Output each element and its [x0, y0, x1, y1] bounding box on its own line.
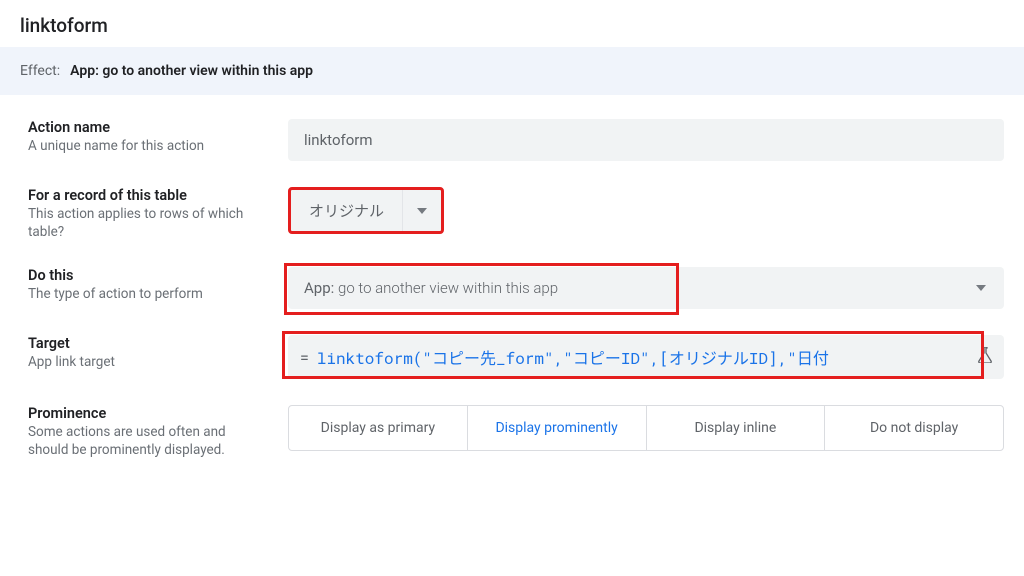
target-desc: App link target	[28, 354, 268, 372]
flask-icon[interactable]	[978, 347, 992, 367]
prominence-desc: Some actions are used often and should b…	[28, 424, 268, 459]
row-do-this: Do this The type of action to perform Ap…	[28, 267, 1004, 309]
record-table-value: オリジナル	[291, 190, 402, 231]
page-title: linktoform	[0, 0, 1024, 47]
effect-bar: Effect: App: go to another view within t…	[0, 47, 1024, 95]
effect-value: App: go to another view within this app	[70, 63, 313, 79]
equals-sign: =	[300, 348, 309, 367]
action-name-input[interactable]: linktoform	[288, 119, 1004, 161]
chevron-down-icon	[976, 285, 986, 291]
action-name-desc: A unique name for this action	[28, 138, 268, 156]
prominence-opt-primary[interactable]: Display as primary	[289, 406, 468, 450]
target-expression-input[interactable]: = linktoform("コピー先_form","コピーID",[オリジナルI…	[288, 335, 1004, 379]
do-this-value: go to another view within this app	[338, 279, 558, 297]
do-this-desc: The type of action to perform	[28, 286, 268, 304]
effect-label: Effect:	[20, 63, 60, 79]
prominence-label: Prominence	[28, 405, 268, 422]
target-label: Target	[28, 335, 268, 352]
do-this-prefix: App:	[304, 279, 334, 297]
row-action-name: Action name A unique name for this actio…	[28, 119, 1004, 161]
row-prominence: Prominence Some actions are used often a…	[28, 405, 1004, 459]
record-table-select[interactable]: オリジナル	[288, 187, 444, 234]
row-record-table: For a record of this table This action a…	[28, 187, 1004, 241]
do-this-select[interactable]: App: go to another view within this app	[288, 267, 1004, 309]
prominence-segmented: Display as primary Display prominently D…	[288, 405, 1004, 451]
row-target: Target App link target = linktoform("コピー…	[28, 335, 1004, 379]
prominence-opt-none[interactable]: Do not display	[825, 406, 1003, 450]
do-this-label: Do this	[28, 267, 268, 284]
record-table-arrow	[402, 190, 441, 231]
prominence-opt-inline[interactable]: Display inline	[647, 406, 826, 450]
record-table-desc: This action applies to rows of which tab…	[28, 206, 268, 241]
action-name-label: Action name	[28, 119, 268, 136]
record-table-label: For a record of this table	[28, 187, 268, 204]
target-expression-text: linktoform("コピー先_form","コピーID",[オリジナルID]…	[317, 345, 970, 369]
prominence-opt-prominent[interactable]: Display prominently	[468, 406, 647, 450]
chevron-down-icon	[417, 208, 427, 214]
